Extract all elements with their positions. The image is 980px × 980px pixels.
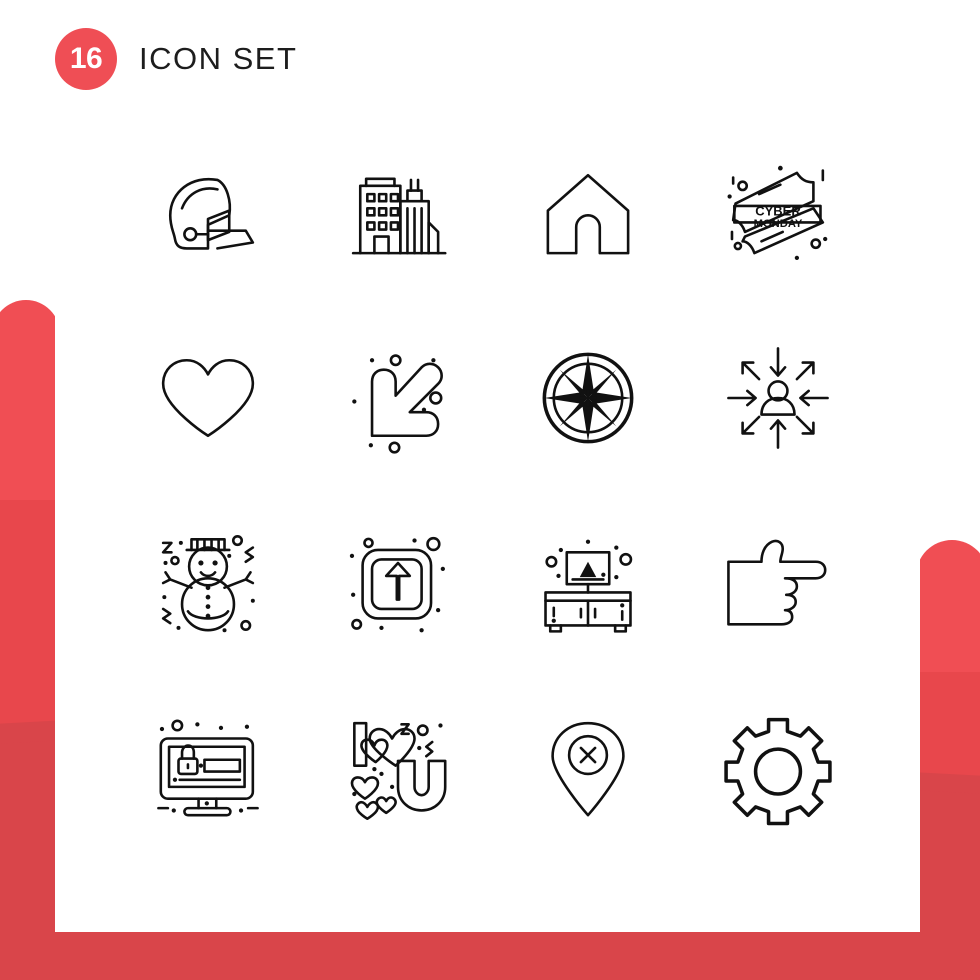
icon-count-badge: 16 xyxy=(55,28,117,90)
city-buildings-icon xyxy=(351,176,447,254)
icon-card: 16 Icon Set xyxy=(55,0,920,932)
football-helmet-icon xyxy=(168,177,255,250)
icon-cell-football-helmet[interactable] xyxy=(113,120,303,305)
icon-grid: CYBER MONDAY xyxy=(113,120,873,860)
heart-icon xyxy=(161,358,255,437)
user-target-arrows-icon xyxy=(727,346,829,449)
icon-cell-hand-pointing-right[interactable] xyxy=(683,490,873,675)
icon-cell-tv-cabinet[interactable] xyxy=(493,490,683,675)
map-pin-remove-icon xyxy=(551,721,625,816)
background-band-bottom xyxy=(0,932,980,980)
icon-cell-monitor-password[interactable] xyxy=(113,675,303,860)
monitor-password-lock-icon xyxy=(157,719,259,816)
gear-settings-icon xyxy=(724,717,832,825)
icon-cell-home[interactable] xyxy=(493,120,683,305)
snowman-icon xyxy=(161,534,255,632)
arrow-down-left-icon xyxy=(352,353,443,454)
icon-set-poster: 16 Icon Set xyxy=(0,0,980,980)
icon-cell-cyber-monday[interactable]: CYBER MONDAY xyxy=(683,120,873,305)
icon-cell-snowman[interactable] xyxy=(113,490,303,675)
svg-text:MONDAY: MONDAY xyxy=(754,218,803,230)
icon-cell-compass[interactable] xyxy=(493,305,683,490)
arrow-up-square-icon xyxy=(349,536,445,632)
tv-cabinet-icon xyxy=(544,539,633,633)
magnet-hearts-icon xyxy=(350,721,447,820)
icon-cell-magnet-hearts[interactable] xyxy=(303,675,493,860)
cyber-monday-ribbon-icon: CYBER MONDAY xyxy=(727,165,828,260)
icon-cell-user-target[interactable] xyxy=(683,305,873,490)
poster-header: 16 Icon Set xyxy=(55,28,297,90)
compass-rose-icon xyxy=(542,352,634,443)
hand-pointing-right-icon xyxy=(727,539,827,626)
home-icon xyxy=(546,173,630,254)
icon-cell-city-buildings[interactable] xyxy=(303,120,493,305)
icon-cell-arrow-up-square[interactable] xyxy=(303,490,493,675)
page-title: Icon Set xyxy=(139,41,298,76)
icon-cell-heart[interactable] xyxy=(113,305,303,490)
icon-cell-map-pin-remove[interactable] xyxy=(493,675,683,860)
svg-text:CYBER: CYBER xyxy=(755,203,801,218)
icon-cell-arrow-down-left[interactable] xyxy=(303,305,493,490)
icon-cell-gear-settings[interactable] xyxy=(683,675,873,860)
